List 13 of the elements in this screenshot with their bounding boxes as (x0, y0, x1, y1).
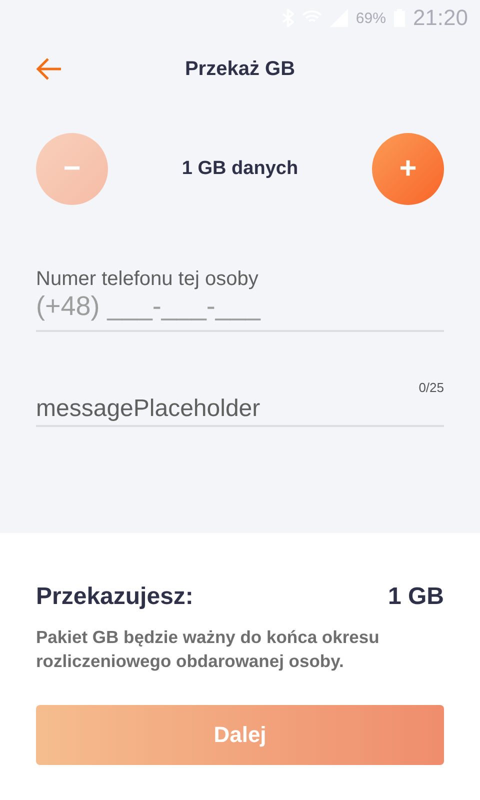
character-counter: 0/25 (418, 380, 444, 395)
message-field[interactable]: messagePlaceholder (36, 395, 444, 427)
validity-note: Pakiet GB będzie ważny do końca okresu rozliczeniowego obdarowanej osoby. (36, 626, 380, 673)
battery-percent: 69% (356, 10, 386, 26)
phone-field[interactable]: (+48) ___-___-___ (36, 291, 444, 332)
back-arrow-icon[interactable] (35, 57, 63, 81)
increase-button[interactable]: + (372, 133, 444, 205)
summary-amount: 1 GB (388, 583, 444, 611)
data-amount: 1 GB danych (182, 158, 298, 180)
screen-title: Przekaż GB (184, 58, 296, 80)
clock: 21:20 (412, 5, 468, 31)
field-label: Numer telefonu tej osoby (36, 268, 260, 291)
summary-label: Przekazujesz: (36, 583, 194, 611)
